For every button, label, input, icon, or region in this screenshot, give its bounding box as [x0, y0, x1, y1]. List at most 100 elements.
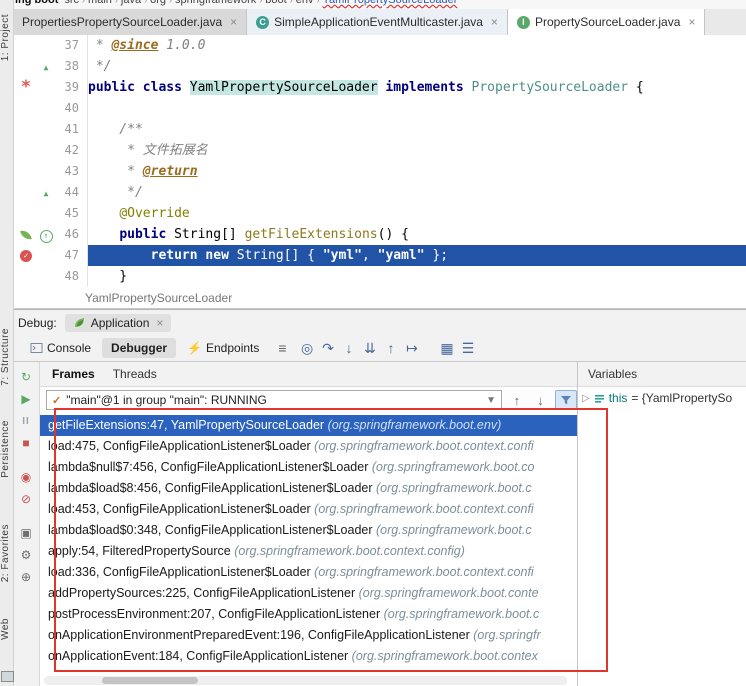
tool-button-structure[interactable]: 7: Structure	[0, 328, 13, 386]
tab-simple-application-event-multicaster[interactable]: C SimpleApplicationEventMulticaster.java…	[247, 9, 508, 35]
tab-debugger[interactable]: Debugger	[102, 338, 176, 358]
line-number[interactable]: 39	[53, 77, 87, 98]
run-to-cursor-icon[interactable]: ↦	[402, 340, 423, 357]
stack-frame-row[interactable]: load:475, ConfigFileApplicationListener$…	[40, 436, 577, 457]
close-icon[interactable]: ×	[230, 15, 237, 29]
breadcrumb-segment[interactable]: boot	[265, 0, 286, 6]
code-line: 43 * @return	[13, 161, 746, 182]
stack-frame-row[interactable]: lambda$load$8:456, ConfigFileApplication…	[40, 478, 577, 499]
fold-marker-icon[interactable]: ▲	[44, 63, 49, 72]
stack-frame-row[interactable]: onApplicationEvent:184, ConfigFileApplic…	[40, 646, 577, 667]
close-icon[interactable]: ×	[491, 15, 498, 29]
expand-chevron-icon[interactable]: ▷	[582, 393, 590, 404]
tab-properties-property-source-loader[interactable]: PropertiesPropertySourceLoader.java ×	[13, 9, 247, 35]
monitor-icon[interactable]	[1, 671, 14, 682]
tab-endpoints[interactable]: ⚡ Endpoints	[178, 338, 268, 358]
stack-frame-row[interactable]: postProcessEnvironment:207, ConfigFileAp…	[40, 604, 577, 625]
stack-frame-row[interactable]: onApplicationEnvironmentPreparedEvent:19…	[40, 625, 577, 646]
step-out-icon[interactable]: ↑	[381, 340, 402, 356]
line-number[interactable]: 48	[53, 266, 87, 287]
stack-frame-row[interactable]: load:336, ConfigFileApplicationListener$…	[40, 562, 577, 583]
tab-label: Console	[47, 341, 91, 355]
line-number[interactable]: 40	[53, 98, 87, 119]
breadcrumb-segment[interactable]: java	[121, 0, 141, 6]
line-number[interactable]: 38	[53, 56, 87, 77]
breadcrumb-segment[interactable]: main	[88, 0, 112, 6]
breadcrumb-segment[interactable]: org	[150, 0, 166, 6]
layout-settings-icon[interactable]: ☰	[458, 340, 479, 357]
tool-button-favorites[interactable]: 2: Favorites	[0, 524, 13, 582]
stack-frames-list[interactable]: getFileExtensions:47, YamlPropertySource…	[40, 413, 577, 686]
debug-header: Debug: Application ×	[13, 310, 746, 335]
breadcrumb-segment[interactable]: springframework	[175, 0, 256, 6]
code-line: 48 }	[13, 266, 746, 287]
tab-property-source-loader[interactable]: I PropertySourceLoader.java ×	[508, 9, 705, 35]
breadcrumb-segment[interactable]: env	[296, 0, 314, 6]
stack-frame-row[interactable]: lambda$null$7:456, ConfigFileApplication…	[40, 457, 577, 478]
line-number[interactable]: 45	[53, 203, 87, 224]
next-frame-icon[interactable]: ↓	[532, 393, 550, 408]
thread-selector-value: "main"@1 in group "main": RUNNING	[66, 393, 481, 407]
chevron-right-icon: ›	[316, 0, 319, 5]
view-breakpoints-icon[interactable]: ◉	[15, 466, 37, 488]
stop-icon[interactable]: ■	[15, 432, 37, 454]
rerun-icon[interactable]: ↻	[15, 366, 37, 388]
thread-dump-icon[interactable]: ▣	[15, 522, 37, 544]
line-number[interactable]: 44	[53, 182, 87, 203]
tab-threads[interactable]: Threads	[113, 367, 157, 381]
close-icon[interactable]: ×	[156, 316, 163, 330]
tool-button-web[interactable]: Web	[0, 618, 13, 640]
filter-frames-icon[interactable]	[555, 390, 577, 410]
debug-action-toolbar: ↻▶II■ ◉⊘ ▣⚙⊕	[13, 362, 40, 686]
stack-frame-row[interactable]: load:453, ConfigFileApplicationListener$…	[40, 499, 577, 520]
resume-icon[interactable]: ▶	[15, 388, 37, 410]
line-number[interactable]: 41	[53, 119, 87, 140]
line-number[interactable]: 47	[53, 245, 87, 266]
hamburger-menu-icon[interactable]: ≡	[278, 340, 286, 356]
tab-label: Endpoints	[206, 341, 259, 355]
mute-breakpoints-icon[interactable]: ⊘	[15, 488, 37, 510]
breadcrumb[interactable]: YamlPropertySourceLoader	[13, 288, 746, 309]
line-number[interactable]: 37	[53, 35, 87, 56]
fold-marker-icon[interactable]: ▲	[44, 189, 49, 198]
breadcrumb-segment[interactable]: src	[64, 0, 79, 6]
frames-panel-header: Frames Threads	[40, 362, 577, 387]
code-line: 40	[13, 98, 746, 119]
force-step-into-icon[interactable]: ⇊	[360, 340, 381, 357]
pause-icon[interactable]: II	[15, 410, 37, 432]
tool-button-project[interactable]: 1: Project	[0, 14, 13, 61]
variable-row-this[interactable]: ▷ this = {YamlPropertySo	[578, 387, 746, 409]
implement-method-icon[interactable]: ↑	[40, 230, 53, 243]
show-execution-point-icon[interactable]: ◎	[297, 340, 318, 357]
class-icon: C	[256, 16, 269, 29]
horizontal-scrollbar[interactable]	[44, 676, 567, 685]
breakpoint-icon[interactable]: ✓	[20, 250, 32, 262]
settings-gear-icon[interactable]: ⚙	[15, 544, 37, 566]
line-number[interactable]: 46	[53, 224, 87, 245]
tool-button-persistence[interactable]: Persistence	[0, 420, 13, 478]
line-number[interactable]: 43	[53, 161, 87, 182]
line-number[interactable]: 42	[53, 140, 87, 161]
breadcrumb-current[interactable]: YamlPropertySourceLoader	[322, 0, 457, 6]
debugger-toolbar: Console Debugger ⚡ Endpoints ≡ ◎↷↓⇊↑↦ ▦☰	[13, 335, 746, 362]
stack-frame-row[interactable]: lambda$load$0:348, ConfigFileApplication…	[40, 520, 577, 541]
close-icon[interactable]: ×	[688, 15, 695, 29]
spring-bean-icon[interactable]	[20, 229, 32, 241]
code-line: ✓47 return new String[] { "yml", "yaml" …	[13, 245, 746, 266]
step-over-icon[interactable]: ↷	[318, 340, 339, 357]
stack-frame-row[interactable]: getFileExtensions:47, YamlPropertySource…	[40, 415, 577, 436]
tab-frames[interactable]: Frames	[52, 367, 95, 381]
step-into-icon[interactable]: ↓	[339, 340, 360, 356]
run-config-tab-application[interactable]: Application ×	[65, 314, 172, 332]
stack-frame-row[interactable]: addPropertySources:225, ConfigFileApplic…	[40, 583, 577, 604]
stack-frame-row[interactable]: apply:54, FilteredPropertySource (org.sp…	[40, 541, 577, 562]
view-grid-icon[interactable]: ▦	[437, 340, 458, 357]
pin-icon[interactable]: ⊕	[15, 566, 37, 588]
code-editor[interactable]: 37 * @since 1.0.0▲38 */*39public class Y…	[13, 35, 746, 288]
frames-panel: Frames Threads ✓ "main"@1 in group "main…	[40, 362, 577, 686]
previous-frame-icon[interactable]: ↑	[508, 393, 526, 408]
tab-console[interactable]: Console	[21, 338, 100, 358]
chevron-right-icon: ›	[259, 0, 262, 5]
scrollbar-thumb[interactable]	[102, 677, 198, 684]
thread-selector-dropdown[interactable]: ✓ "main"@1 in group "main": RUNNING ▼	[46, 390, 502, 410]
